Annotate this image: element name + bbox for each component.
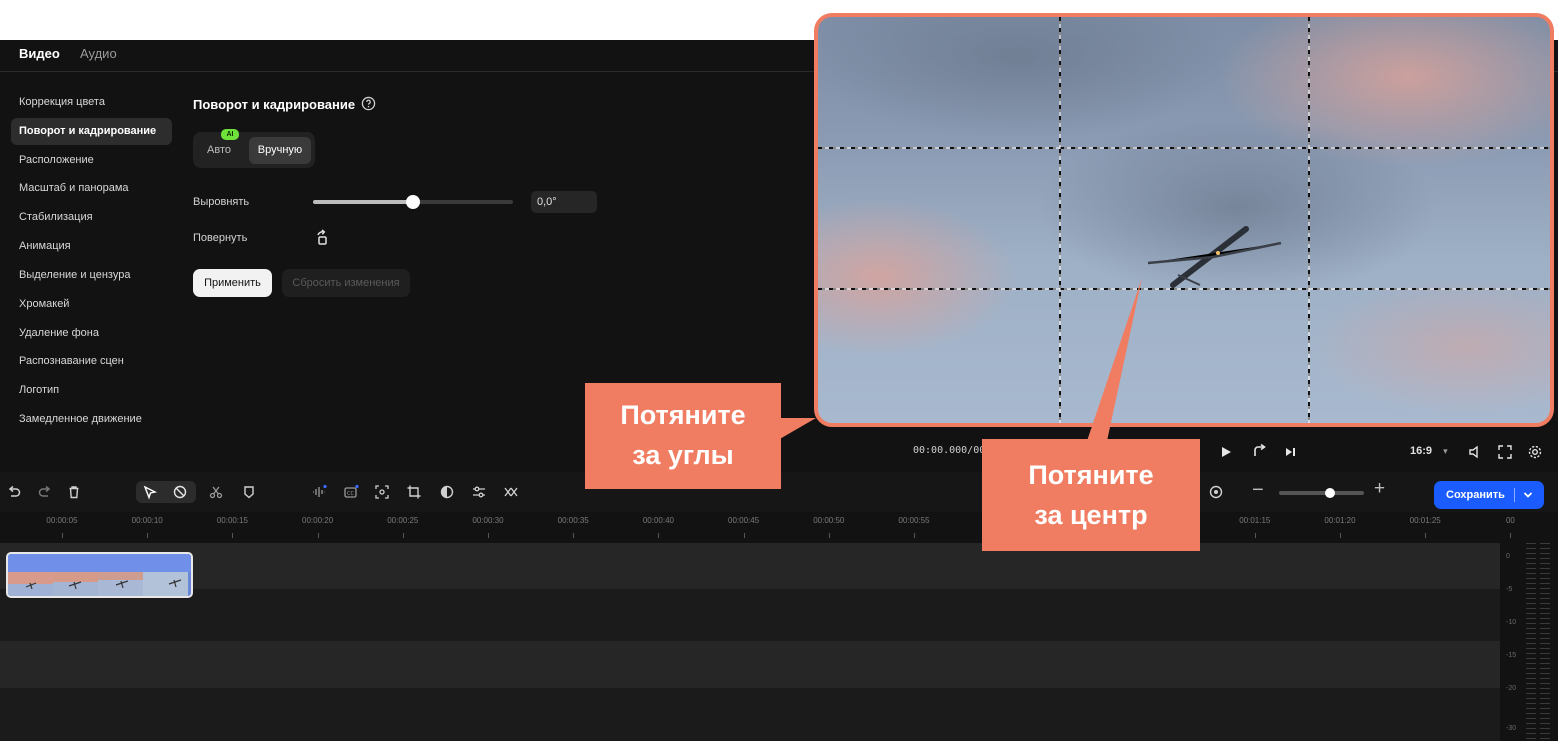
callout-text: за углы: [632, 440, 734, 470]
callout-pointers: [778, 278, 1142, 441]
callout-text: за центр: [1034, 500, 1148, 530]
callout-text: Потяните: [1028, 460, 1154, 490]
callout-text: Потяните: [620, 400, 746, 430]
corners-callout-pointer: [778, 418, 816, 440]
center-callout-pointer: [1087, 278, 1142, 441]
callout-drag-corners: Потяните за углы: [585, 383, 781, 489]
callout-drag-center: Потяните за центр: [982, 439, 1200, 551]
